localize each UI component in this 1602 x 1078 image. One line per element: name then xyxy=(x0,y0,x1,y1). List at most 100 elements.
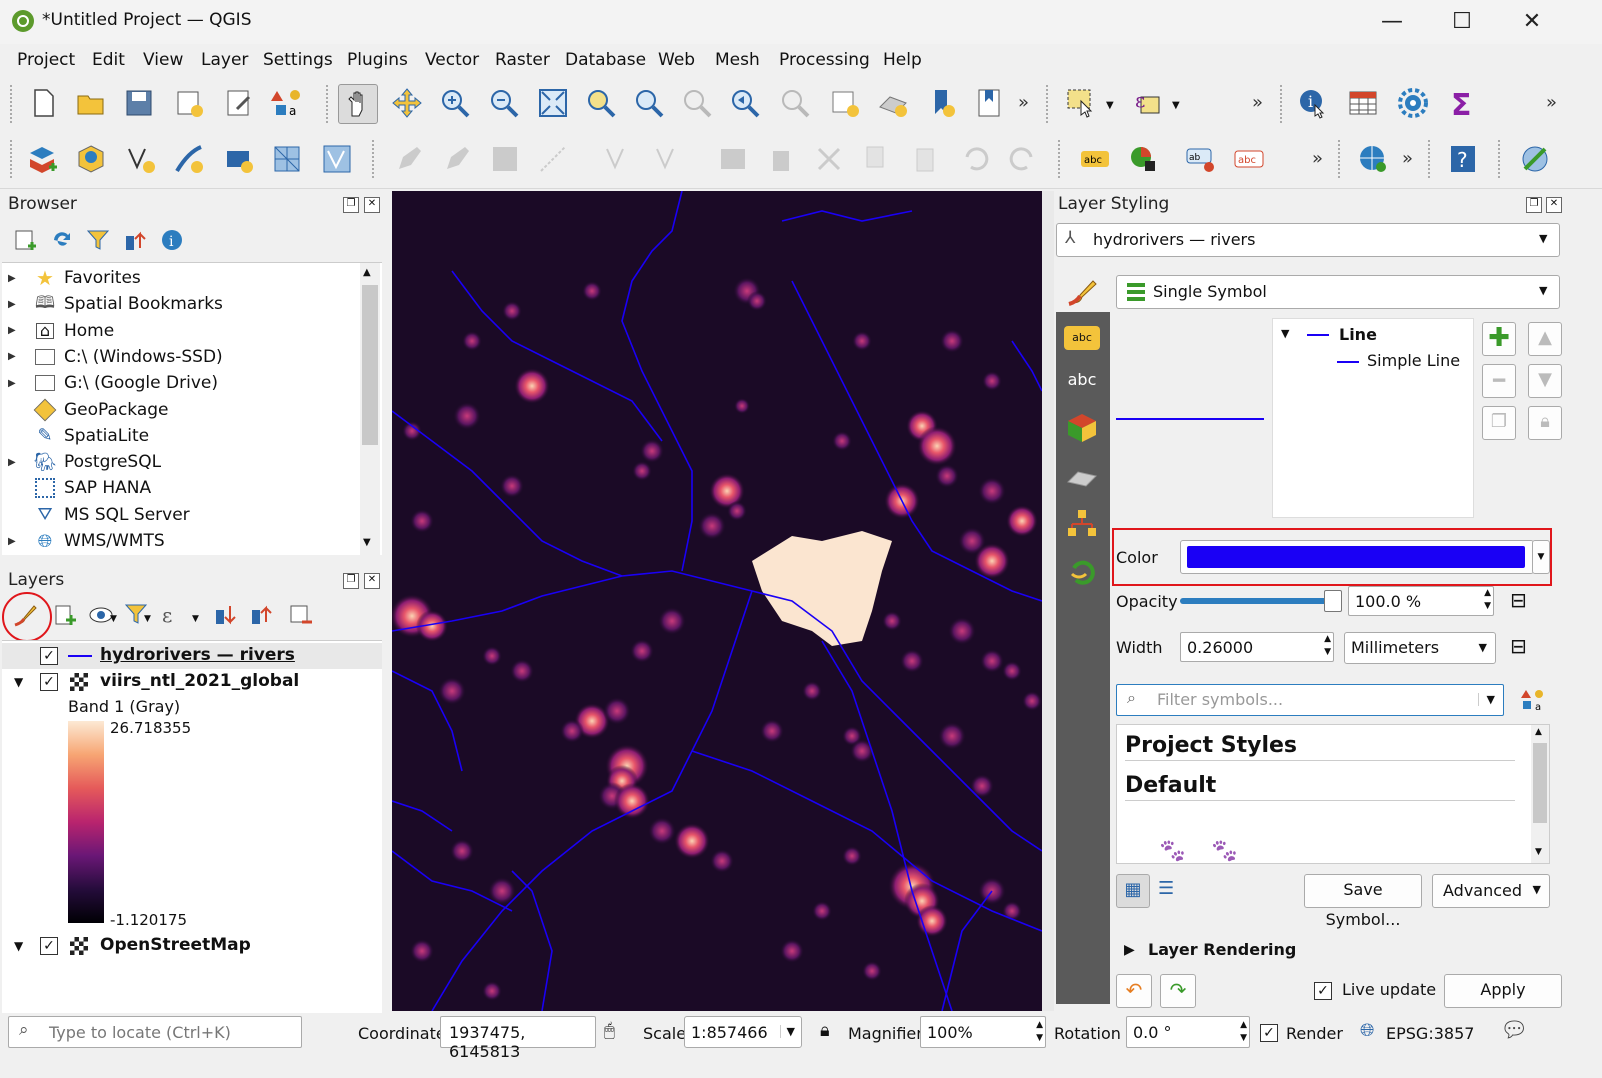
menu-raster[interactable]: Raster xyxy=(495,50,550,70)
new-print-layout-icon[interactable] xyxy=(170,84,208,122)
copy-features-icon[interactable] xyxy=(858,140,896,178)
collapse-arrow-icon[interactable]: ▼ xyxy=(14,939,23,953)
move-down-button[interactable]: ▼ xyxy=(1528,364,1562,398)
expand-arrow-icon[interactable]: ▶ xyxy=(1124,942,1135,958)
new-project-icon[interactable] xyxy=(24,84,62,122)
redo-icon[interactable] xyxy=(1004,140,1042,178)
lock-color-button[interactable]: 🔒︎ xyxy=(1528,406,1562,440)
filter-dropdown-icon[interactable]: ▼ xyxy=(144,614,151,624)
zoom-last-icon[interactable] xyxy=(726,84,764,122)
close-panel-icon[interactable]: ✕ xyxy=(364,197,380,213)
close-panel-icon[interactable]: ✕ xyxy=(364,573,380,589)
cut-features-icon[interactable] xyxy=(810,140,848,178)
browser-item[interactable]: ▶ ⌂ Home xyxy=(8,318,114,344)
live-update-checkbox[interactable]: ✓ xyxy=(1314,982,1332,1000)
toggle-editing-icon[interactable] xyxy=(438,140,476,178)
close-button[interactable]: ✕ xyxy=(1512,6,1552,38)
menu-mesh[interactable]: Mesh xyxy=(715,50,760,70)
show-bookmarks-icon[interactable] xyxy=(970,84,1008,122)
browser-scrollbar[interactable]: ▲ ▼ xyxy=(360,263,380,555)
toolbar-grip[interactable] xyxy=(372,140,378,178)
new-map-view-icon[interactable] xyxy=(826,84,864,122)
add-selected-layers-icon[interactable] xyxy=(14,228,38,252)
delete-selected-icon[interactable] xyxy=(762,140,800,178)
locator-search-input[interactable]: ⌕ Type to locate (Ctrl+K) xyxy=(8,1016,302,1048)
statistics-sigma-icon[interactable]: Σ xyxy=(1442,84,1480,122)
duplicate-symbol-layer-button[interactable]: ❐ xyxy=(1482,406,1516,440)
opacity-spinbox[interactable]: 100.0 % ▲ ▼ xyxy=(1348,586,1494,616)
apply-button[interactable]: Apply xyxy=(1444,974,1562,1008)
expand-all-icon[interactable] xyxy=(214,602,240,628)
render-checkbox[interactable]: ✓ xyxy=(1260,1024,1278,1042)
expand-arrow-icon[interactable]: ▶ xyxy=(8,457,22,468)
globe-crs-icon[interactable]: 🌐︎ xyxy=(1360,1020,1374,1041)
expression-filter-dropdown-icon[interactable]: ▼ xyxy=(192,614,199,624)
zoom-native-icon[interactable] xyxy=(678,84,716,122)
float-panel-icon[interactable]: ❐ xyxy=(343,573,359,589)
expand-arrow-icon[interactable]: ▶ xyxy=(8,536,22,547)
zoom-to-selection-icon[interactable] xyxy=(582,84,620,122)
width-spinbox[interactable]: 0.26000 ▲ ▼ xyxy=(1180,632,1334,662)
toolbox-icon[interactable] xyxy=(1394,84,1432,122)
expand-arrow-icon[interactable]: ▶ xyxy=(8,273,22,284)
select-by-expression-icon[interactable]: ε xyxy=(1128,84,1166,122)
pan-map-icon[interactable] xyxy=(338,84,378,124)
expand-arrow-icon[interactable]: ▶ xyxy=(8,325,22,336)
layer-select-combo[interactable]: ⅄ hydrorivers — rivers ▼ xyxy=(1056,223,1560,257)
pan-to-selection-icon[interactable] xyxy=(388,84,426,122)
menu-view[interactable]: View xyxy=(143,50,183,70)
color-button[interactable] xyxy=(1180,540,1534,574)
paste-features-icon[interactable] xyxy=(906,140,944,178)
remove-layer-icon[interactable] xyxy=(288,602,314,628)
add-symbol-layer-button[interactable]: ✚ xyxy=(1482,322,1516,356)
select-features-icon[interactable] xyxy=(1062,84,1100,122)
vertex-tool-icon[interactable] xyxy=(600,140,638,178)
new-spatialite-layer-icon[interactable] xyxy=(170,140,208,178)
save-project-icon[interactable] xyxy=(120,84,158,122)
new-virtual-layer-icon[interactable] xyxy=(220,140,258,178)
tab-masks-abc-icon[interactable]: abc xyxy=(1064,370,1100,396)
menu-database[interactable]: Database xyxy=(565,50,646,70)
undo-icon[interactable]: ↶ xyxy=(1116,974,1152,1008)
layer-rendering-label[interactable]: Layer Rendering xyxy=(1148,940,1296,959)
browser-item[interactable]: ▶ C:\ (Windows-SSD) xyxy=(8,344,223,370)
map-splitter[interactable] xyxy=(1042,191,1054,1011)
toolbar-grip[interactable] xyxy=(1280,85,1286,123)
metasearch-icon[interactable] xyxy=(1354,140,1392,178)
layer-name[interactable]: viirs_ntl_2021_global xyxy=(100,671,299,691)
toolbar-grip[interactable] xyxy=(10,140,16,178)
open-project-icon[interactable] xyxy=(72,84,110,122)
icon-view-button[interactable]: ▦ xyxy=(1116,874,1150,908)
undo-icon[interactable] xyxy=(956,140,994,178)
remove-symbol-layer-button[interactable]: ━ xyxy=(1482,364,1516,398)
browser-item[interactable]: ▶ 🐘︎ PostgreSQL xyxy=(8,449,161,475)
layout-manager-icon[interactable] xyxy=(220,84,258,122)
messages-icon[interactable]: 💬︎ xyxy=(1500,1018,1528,1043)
browser-item[interactable]: ▶ G:\ (Google Drive) xyxy=(8,370,218,396)
rotation-spinbox[interactable]: 0.0 ° ▲ ▼ xyxy=(1126,1016,1250,1048)
redo-icon[interactable]: ↷ xyxy=(1160,974,1196,1008)
tab-labels-abc-icon[interactable]: abc xyxy=(1064,326,1100,350)
opacity-slider-handle[interactable] xyxy=(1324,590,1342,612)
scrollbar-thumb[interactable] xyxy=(362,285,378,445)
menu-help[interactable]: Help xyxy=(883,50,922,70)
data-source-manager-icon[interactable] xyxy=(24,140,62,178)
plugin-icon[interactable] xyxy=(1516,140,1554,178)
menu-settings[interactable]: Settings xyxy=(263,50,333,70)
coordinate-input[interactable]: 1937475, 6145813 xyxy=(440,1016,596,1061)
expand-arrow-icon[interactable]: ▶ xyxy=(8,299,22,310)
menu-vector[interactable]: Vector xyxy=(425,50,479,70)
browser-item[interactable]: ⛛ MS SQL Server xyxy=(8,502,189,528)
new-3d-map-view-icon[interactable] xyxy=(874,84,912,122)
list-scrollbar[interactable]: ▲ ▼ xyxy=(1531,725,1549,863)
layer-visibility-checkbox[interactable]: ✓ xyxy=(40,937,58,955)
toolbar-grip[interactable] xyxy=(1058,140,1064,178)
maximize-button[interactable]: ☐ xyxy=(1442,6,1482,38)
toolbar-overflow-icon[interactable]: » xyxy=(1312,148,1323,169)
expression-dropdown-icon[interactable]: ▼ xyxy=(1172,100,1180,111)
unit-combo[interactable]: Millimeters ▼ xyxy=(1344,632,1496,664)
zoom-full-icon[interactable] xyxy=(534,84,572,122)
menu-project[interactable]: Project xyxy=(17,50,75,70)
pin-labels-icon[interactable]: ab xyxy=(1182,140,1220,178)
list-view-icon[interactable]: ☰ xyxy=(1158,878,1184,904)
